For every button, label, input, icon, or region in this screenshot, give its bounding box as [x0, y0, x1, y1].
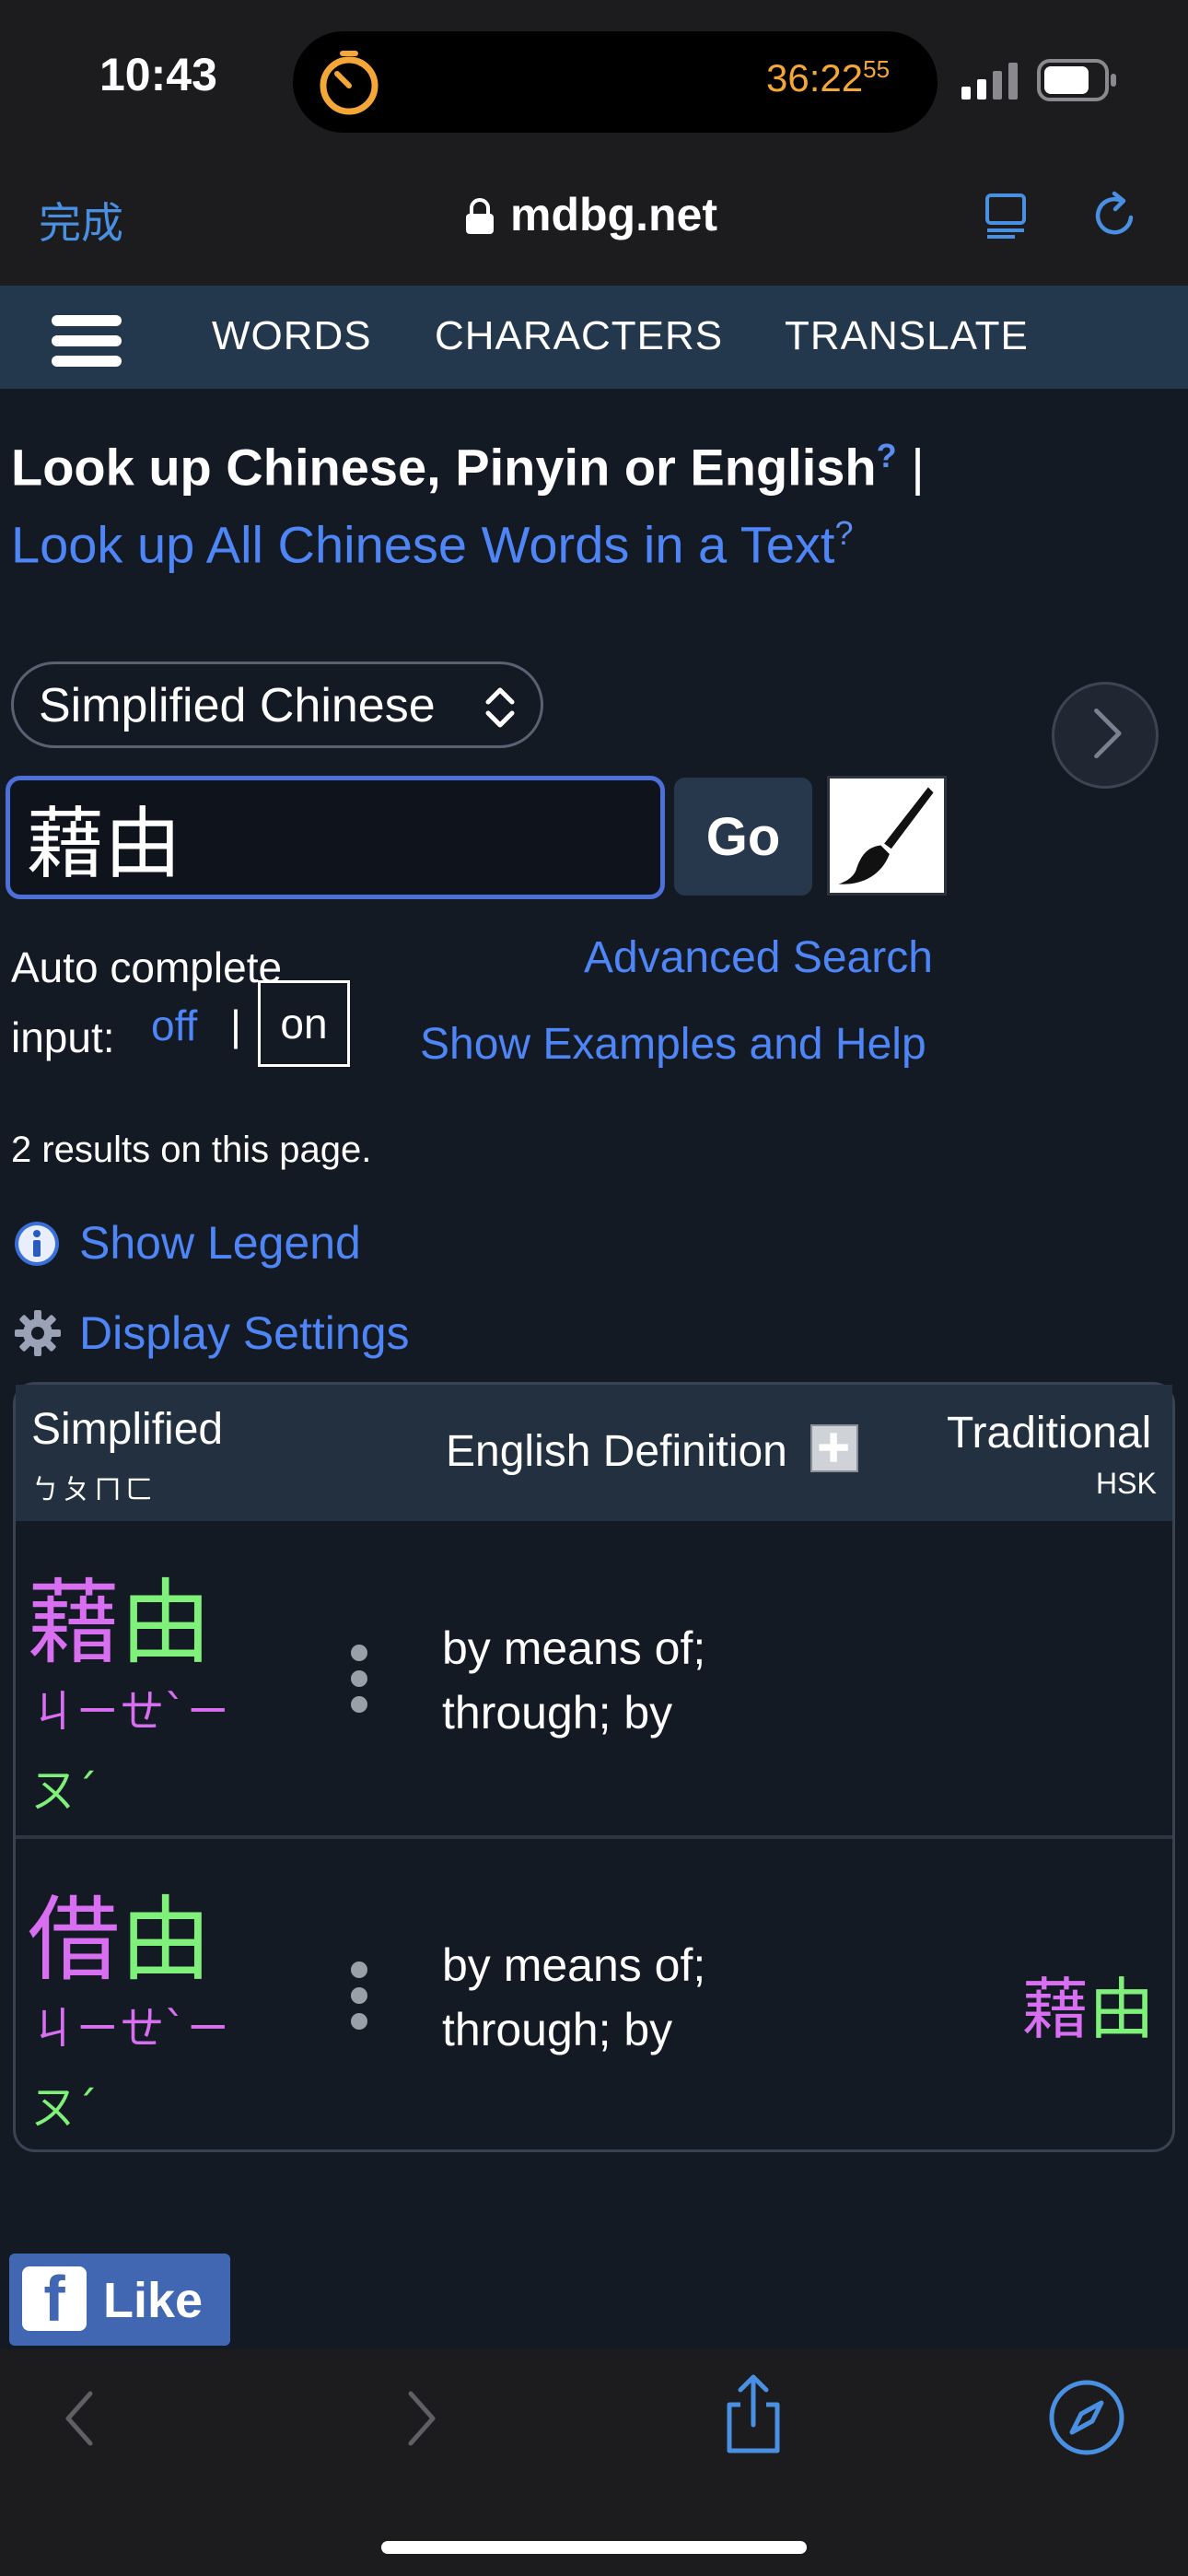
header-simplified[interactable]: Simplified	[31, 1404, 223, 1455]
autocomplete-label: Auto complete input:	[11, 943, 283, 1061]
more-vertical-icon[interactable]	[348, 1642, 370, 1715]
header-english-definition: English Definition	[446, 1427, 787, 1476]
lookup-heading: Look up Chinese, Pinyin or English? |	[11, 437, 925, 497]
lock-icon	[466, 198, 494, 234]
reload-icon[interactable]	[1089, 190, 1140, 241]
done-button[interactable]: 完成	[39, 190, 123, 251]
handwriting-button[interactable]	[827, 776, 947, 896]
results-count: 2 results on this page.	[11, 1130, 372, 1170]
examples-help-link[interactable]: Show Examples and Help	[420, 1019, 926, 1070]
nav-translate[interactable]: TRANSLATE	[785, 313, 1029, 359]
advanced-search-link[interactable]: Advanced Search	[584, 932, 933, 983]
row1-simplified[interactable]: 藉由	[28, 1548, 212, 1681]
share-icon[interactable]	[716, 2373, 790, 2456]
battery-icon	[1037, 59, 1116, 101]
row2-definition: by means of; through; by	[442, 1939, 706, 2055]
row1-zhuyin-line1: ㄐㄧㄝˋㄧ	[31, 1686, 231, 1738]
expand-definition-button[interactable]	[810, 1424, 858, 1472]
forward-icon[interactable]	[398, 2386, 444, 2451]
home-indicator	[381, 2541, 807, 2554]
brush-icon	[838, 787, 934, 884]
row1-definition: by means of; through; by	[442, 1622, 706, 1739]
row2-simplified[interactable]: 借由	[28, 1865, 212, 1998]
timer-readout: 36:2255	[766, 55, 891, 100]
row2-zhuyin-line1: ㄐㄧㄝˋㄧ	[31, 2003, 231, 2055]
autocomplete-separator: |	[230, 1001, 241, 1049]
clock-time: 10:43	[99, 49, 217, 100]
row2-traditional[interactable]: 藉由	[1022, 1955, 1155, 2052]
autocomplete-off-link[interactable]: off	[151, 1001, 197, 1050]
menu-icon[interactable]	[52, 313, 122, 369]
more-vertical-icon[interactable]	[348, 1959, 370, 2032]
timer-icon	[320, 51, 379, 115]
language-select-value: Simplified Chinese	[39, 679, 436, 732]
plus-icon	[819, 1433, 848, 1462]
back-icon[interactable]	[57, 2386, 103, 2451]
signal-icon	[961, 63, 1018, 100]
gear-icon	[15, 1310, 61, 1356]
info-icon	[15, 1222, 59, 1266]
row2-zhuyin-line2: ㄡˊ	[31, 2082, 99, 2134]
header-bopomofo[interactable]: ㄅㄆㄇㄈ	[31, 1467, 157, 1507]
header-hsk[interactable]: HSK	[1096, 1467, 1157, 1501]
go-button[interactable]: Go	[674, 778, 812, 896]
reader-icon[interactable]	[984, 192, 1031, 240]
row-divider	[16, 1835, 1172, 1839]
lookup-text-link[interactable]: Look up All Chinese Words in a Text?	[11, 514, 853, 575]
row1-zhuyin-line2: ㄡˊ	[31, 1765, 99, 1817]
heading-help-link[interactable]: ?	[877, 437, 897, 474]
url-address[interactable]: mdbg.net	[510, 188, 717, 241]
chevron-right-icon	[1094, 708, 1122, 759]
updown-icon	[485, 687, 515, 728]
display-settings-link[interactable]: Display Settings	[79, 1306, 410, 1360]
show-legend-link[interactable]: Show Legend	[79, 1216, 361, 1270]
facebook-icon: f	[22, 2266, 87, 2331]
compass-icon[interactable]	[1048, 2379, 1125, 2456]
search-input[interactable]	[6, 776, 665, 899]
nav-words[interactable]: WORDS	[212, 313, 372, 359]
next-arrow-button[interactable]	[1052, 682, 1159, 789]
nav-characters[interactable]: CHARACTERS	[435, 313, 723, 359]
autocomplete-on-option[interactable]: on	[258, 980, 350, 1067]
header-traditional[interactable]: Traditional	[947, 1408, 1151, 1458]
facebook-like-label: Like	[103, 2273, 204, 2328]
